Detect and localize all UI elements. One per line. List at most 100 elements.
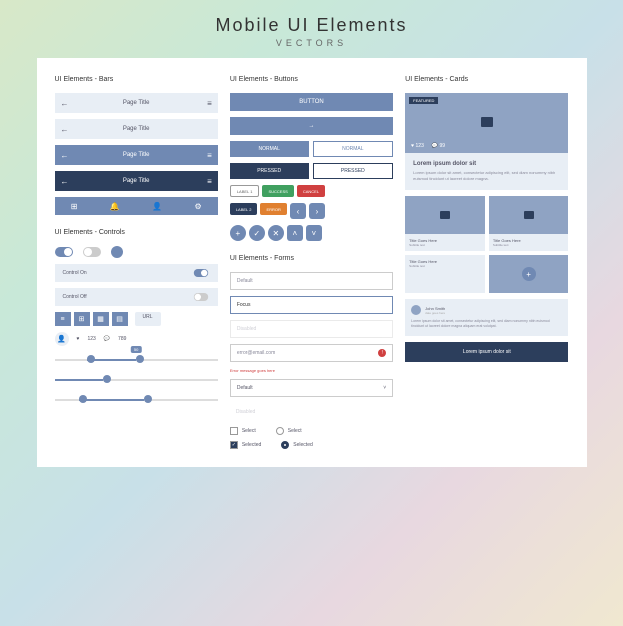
chip-success[interactable]: SUCCESS [262,185,293,197]
comment-date: date goes here [425,311,445,315]
back-icon-button[interactable]: ‹ [290,203,306,219]
nav-bar-navy: ← Page Title ≡ [55,171,218,191]
plus-icon-button[interactable]: + [230,225,246,241]
heart-icon[interactable]: ♥ [77,336,80,342]
close-icon-button[interactable]: ✕ [268,225,284,241]
checkbox-checked[interactable]: ✓Selected [230,441,261,449]
toggle[interactable] [194,269,208,277]
plus-icon[interactable]: + [522,267,536,281]
mini-card-empty[interactable]: Title Goes HereSubtitle text [405,255,485,293]
pressed-outline-button[interactable]: PRESSED [313,163,394,179]
up-icon-button[interactable]: ˄ [287,225,303,241]
back-icon[interactable]: ← [61,99,69,108]
gear-icon[interactable]: ⚙ [194,202,201,211]
image-placeholder-icon [481,117,493,127]
toggle[interactable] [194,293,208,301]
grid-icon[interactable]: ⊞ [71,202,78,211]
down-icon-button[interactable]: ˅ [306,225,322,241]
forward-icon-button[interactable]: › [309,203,325,219]
like-count: 123 [87,336,95,342]
back-icon[interactable]: ← [61,177,69,186]
section-title-controls: UI Elements - Controls [55,229,218,236]
primary-button[interactable]: BUTTON [230,93,393,111]
input-disabled: Disabled [230,320,393,338]
bar-title: Page Title [123,152,150,158]
comment-card: John Smith date goes here Lorem ipsum do… [405,299,568,336]
user-icon[interactable]: 👤 [152,202,162,211]
user-name: John Smith [425,306,445,311]
ui-sheet: UI Elements - Bars ← Page Title ≡ ← Page… [37,58,587,467]
featured-badge: FEATURED [409,97,438,104]
input-focus[interactable]: Focus [230,296,393,314]
checkbox-unchecked[interactable]: Select [230,427,256,435]
slider-simple[interactable] [55,372,218,386]
mini-card[interactable]: Title Goes HereSubtitle text [489,196,569,251]
control-label: Control On [63,270,87,276]
input-error[interactable]: error@email.com [230,344,393,362]
slider-tooltip[interactable]: 50 [55,352,218,366]
mini-card-subtitle: Subtitle text [409,264,481,268]
radio-unchecked[interactable]: Select [276,427,302,435]
menu-icon[interactable]: ≡ [207,177,212,186]
control-row-on[interactable]: Control On [55,264,218,282]
tab-bar: ⊞ 🔔 👤 ⚙ [55,197,218,215]
slider-tooltip-value: 50 [131,346,141,353]
input-default[interactable]: Default [230,272,393,290]
select-default[interactable]: Default ˅ [230,379,393,397]
menu-icon[interactable]: ≡ [207,151,212,160]
mini-card-subtitle: Subtitle text [409,243,481,247]
image-placeholder-icon [440,211,450,219]
card-title: Lorem ipsum dolor sit [413,161,560,167]
section-title-forms: UI Elements - Forms [230,255,393,262]
chip-label2[interactable]: LABEL 2 [230,203,258,215]
back-icon[interactable]: ← [61,125,69,134]
hero-card[interactable]: FEATURED ♥ 123 💬 99 Lorem ipsum dolor si… [405,93,568,190]
toggle-on[interactable] [55,247,73,257]
nav-bar-light-simple: ← Page Title [55,119,218,139]
comment-text: Lorem ipsum dolor sit amet, consectetur … [411,319,562,330]
bar-title: Page Title [123,178,150,184]
card-body: Lorem ipsum dolor sit amet, consectetur … [413,170,560,182]
pressed-button[interactable]: PRESSED [230,163,309,179]
mini-card-subtitle: Subtitle text [493,243,565,247]
image-placeholder-icon [524,211,534,219]
nav-bar-dark: ← Page Title ≡ [55,145,218,165]
footer-button[interactable]: Lorem ipsum dolor sit [405,342,568,362]
section-title-buttons: UI Elements - Buttons [230,76,393,83]
radio-checked[interactable]: Selected [281,441,312,449]
toggle-off[interactable] [83,247,101,257]
select-value: Default [237,385,253,391]
comment-icon[interactable]: 💬 [104,336,110,342]
select-disabled: Disabled [230,403,393,421]
control-row-off[interactable]: Control Off [55,288,218,306]
slider-range[interactable] [55,392,218,406]
chevron-down-icon: ˅ [383,385,386,391]
menu-icon[interactable]: ≡ [207,99,212,108]
chip-error[interactable]: ERROR [260,203,286,215]
add-card[interactable]: + [489,255,569,293]
url-chip[interactable]: URL [135,312,161,326]
page-header: Mobile UI Elements VECTORS [215,15,407,48]
toggle-indicator[interactable] [111,246,123,258]
check-icon-button[interactable]: ✓ [249,225,265,241]
nav-bar-light: ← Page Title ≡ [55,93,218,113]
grid-view-icon[interactable]: ⊞ [74,312,90,326]
comment-icon: 💬 99 [432,143,445,149]
chip-label1[interactable]: LABEL 1 [230,185,260,197]
page-subtitle: VECTORS [215,38,407,48]
avatar-icon[interactable] [411,305,421,315]
bar-title: Page Title [123,126,150,132]
card-view-icon[interactable]: ▦ [93,312,109,326]
list-view-icon[interactable]: ≡ [55,312,71,326]
chip-cancel[interactable]: CANCEL [297,185,325,197]
bell-icon[interactable]: 🔔 [110,202,120,211]
detail-view-icon[interactable]: ▤ [112,312,128,326]
back-icon[interactable]: ← [61,151,69,160]
arrow-button[interactable]: → [230,117,393,135]
mini-card[interactable]: Title Goes HereSubtitle text [405,196,485,251]
bar-title: Page Title [123,100,150,106]
control-label: Control Off [63,294,87,300]
normal-button[interactable]: NORMAL [230,141,309,157]
normal-outline-button[interactable]: NORMAL [313,141,394,157]
avatar-icon[interactable]: 👤 [55,332,69,346]
